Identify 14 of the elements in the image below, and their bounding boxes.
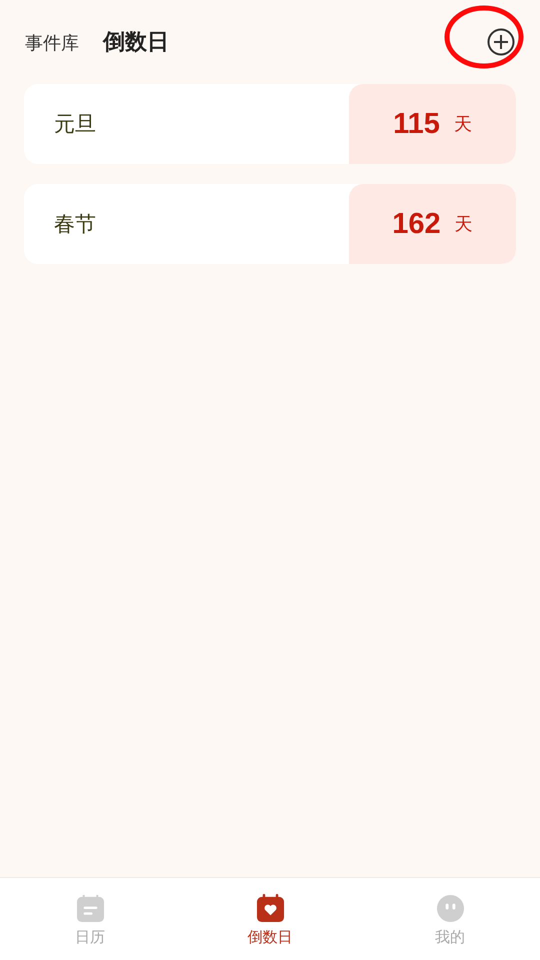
- nav-tab[interactable]: 倒数日: [180, 878, 360, 960]
- profile-icon: [436, 894, 464, 923]
- days-count: 115: [393, 108, 440, 140]
- event-card[interactable]: 春节 162 天: [24, 184, 516, 264]
- days-count: 162: [392, 208, 441, 240]
- header-tab[interactable]: 倒数日: [103, 27, 169, 57]
- event-name: 元旦: [53, 111, 97, 138]
- header-tab[interactable]: 事件库: [25, 31, 79, 55]
- event-name: 春节: [53, 211, 97, 238]
- add-icon[interactable]: [486, 27, 516, 57]
- event-card[interactable]: 元旦 115 天: [24, 84, 516, 164]
- days-unit: 天: [454, 213, 473, 236]
- days-unit: 天: [454, 113, 472, 136]
- calendar-icon: [76, 894, 104, 923]
